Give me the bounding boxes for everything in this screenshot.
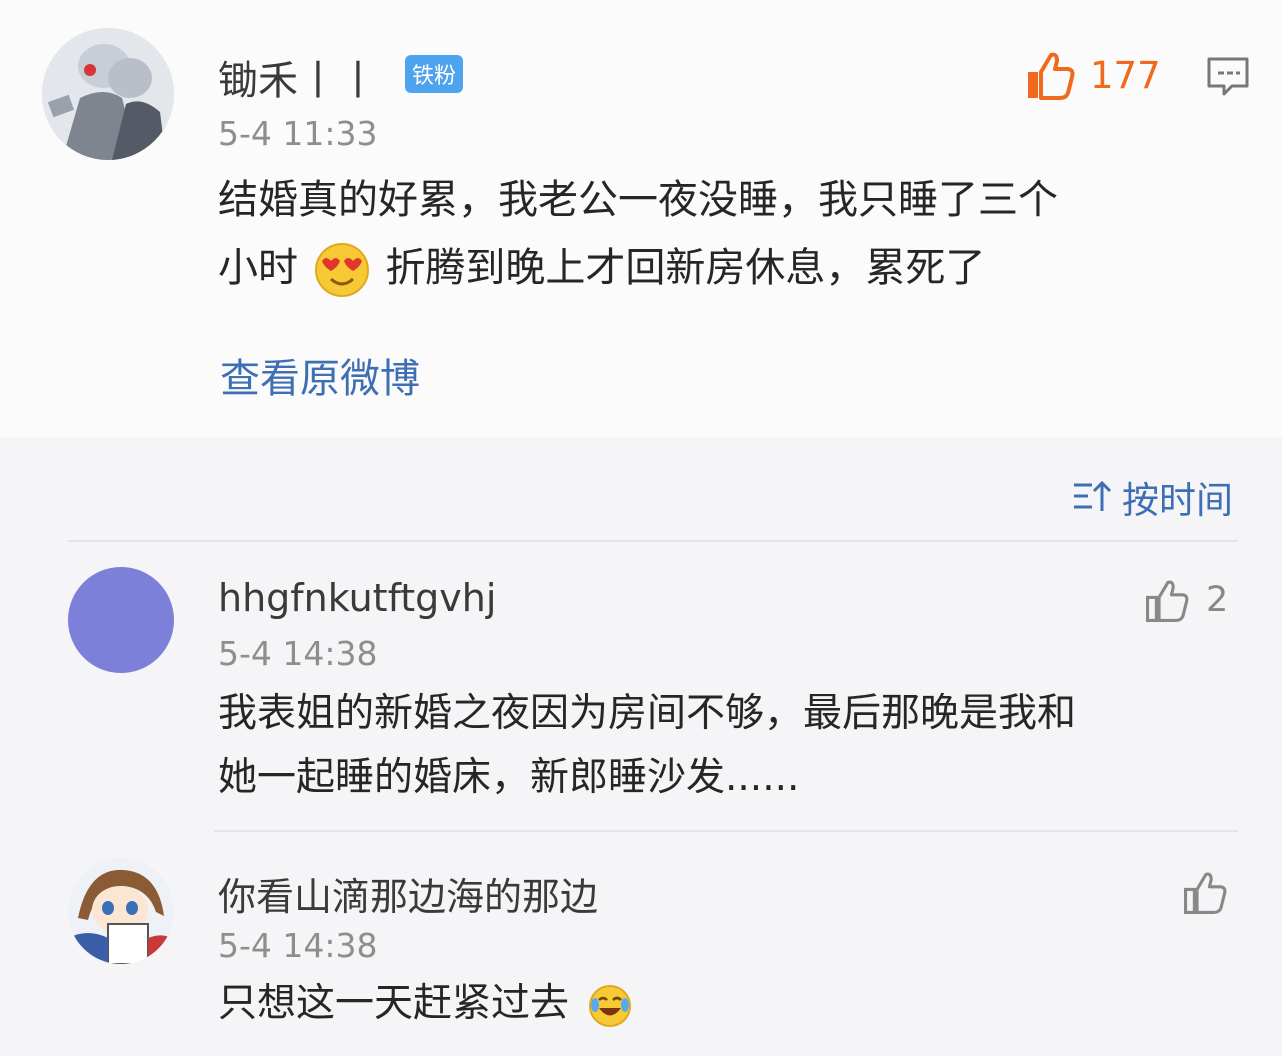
comment-text-line: 她一起睡的婚床，新郎睡沙发...... [218,755,800,800]
like-button[interactable]: 177 [1024,50,1164,106]
sort-icon [1074,480,1112,511]
comment-username[interactable]: hhgfnkutftgvhj [218,576,496,620]
comment-timestamp: 5-4 14:38 [218,926,378,965]
post-text: 结婚真的好累，我老公一夜没睡，我只睡了三个 小时 折腾到晚上才回新房休息，累死了 [218,166,1258,302]
divider [214,830,1238,832]
post-text-line: 小时 折腾到晚上才回新房休息，累死了 [218,234,1258,302]
divider [68,540,1238,542]
comment-like-button[interactable]: 2 [1144,578,1234,628]
sort-by-time-button[interactable]: 按时间 [1072,470,1233,524]
thumbs-up-icon [1145,580,1189,623]
post-text-line: 结婚真的好累，我老公一夜没睡，我只睡了三个 [218,177,1058,223]
avatar[interactable] [68,567,174,673]
avatar[interactable] [68,858,174,964]
comment-like-count: 2 [1206,580,1229,620]
post-text-segment: 折腾到晚上才回新房休息，累死了 [385,245,986,291]
comment-username[interactable]: 你看山滴那边海的那边 [218,866,598,921]
heart-eyes-emoji-icon [314,243,369,297]
username[interactable]: 锄禾丨丨 [218,48,378,106]
thumbs-up-icon[interactable] [1182,870,1228,916]
post-timestamp: 5-4 11:33 [218,114,378,153]
sort-label: 按时间 [1122,479,1233,522]
like-count: 177 [1090,54,1161,97]
post-text-segment: 小时 [218,245,298,291]
comment-icon[interactable] [1206,56,1250,98]
fan-badge: 铁粉 [405,55,463,93]
laughing-tears-emoji-icon [589,984,632,1027]
thumbs-up-icon [1028,52,1075,100]
user-avatar[interactable] [42,28,174,160]
comment-text-line: 只想这一天赶紧过去 [218,981,570,1026]
main-post: 锄禾丨丨 铁粉 177 5-4 11:33 结婚真的好累，我老公一夜没睡，我只睡… [0,0,1282,437]
comment-text-line: 我表姐的新婚之夜因为房间不够，最后那晚是我和 [218,691,1077,736]
view-original-link[interactable]: 查看原微博 [220,346,420,404]
comment-timestamp: 5-4 14:38 [218,634,378,673]
comment-text: 只想这一天赶紧过去 [218,972,1118,1036]
comment-text: 我表姐的新婚之夜因为房间不够，最后那晚是我和 她一起睡的婚床，新郎睡沙发....… [218,682,1228,810]
